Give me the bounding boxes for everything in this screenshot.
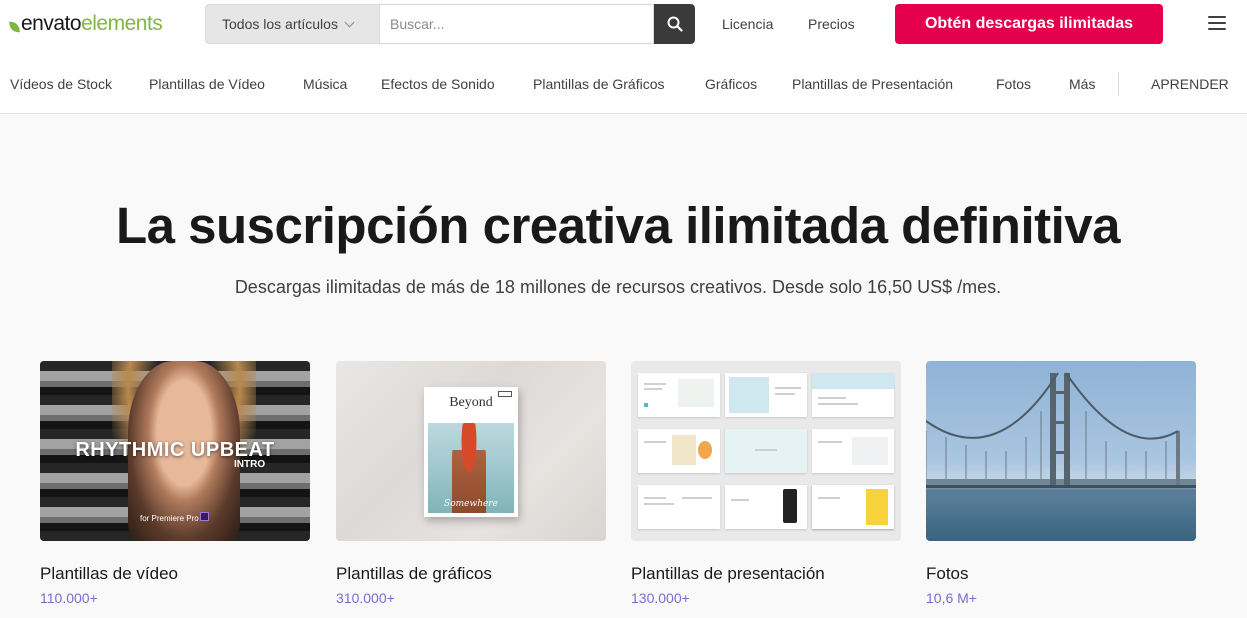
photos-thumbnail[interactable] — [926, 361, 1196, 541]
category-card-presentation-templates[interactable]: Plantillas de presentación 130.000+ — [631, 361, 901, 606]
nav-graphics[interactable]: Gráficos — [705, 76, 757, 92]
card-count: 110.000+ — [40, 590, 98, 606]
thumb-caption: for Premiere Pro — [140, 514, 199, 523]
logo-sub-text: elements — [81, 12, 163, 35]
thumb-subtitle: INTRO — [234, 459, 266, 470]
video-templates-thumbnail[interactable]: RHYTHMIC UPBEAT INTRO for Premiere Pro — [40, 361, 310, 541]
search-button[interactable] — [654, 4, 695, 44]
search-input[interactable] — [379, 4, 654, 44]
card-name[interactable]: Plantillas de gráficos — [336, 564, 492, 584]
category-card-graphic-templates[interactable]: Beyond Somewhere Plantillas de gráficos … — [336, 361, 606, 606]
envato-elements-logo[interactable]: envato elements — [9, 12, 163, 36]
license-link[interactable]: Licencia — [722, 16, 773, 32]
card-count: 130.000+ — [631, 590, 690, 606]
category-card-photos[interactable]: Fotos 10,6 M+ — [926, 361, 1196, 606]
logo-brand-text: envato — [21, 12, 82, 35]
nav-learn[interactable]: APRENDER — [1151, 76, 1229, 92]
magazine-cover-image: Beyond Somewhere — [424, 387, 518, 517]
category-nav: Vídeos de Stock Plantillas de Vídeo Músi… — [0, 72, 1247, 96]
search-category-select[interactable]: Todos los artículos — [205, 4, 379, 44]
nav-stock-video[interactable]: Vídeos de Stock — [10, 76, 112, 92]
pricing-link[interactable]: Precios — [808, 16, 855, 32]
card-name[interactable]: Plantillas de vídeo — [40, 564, 178, 584]
nav-divider — [1118, 72, 1119, 96]
search-bar: Todos los artículos — [205, 4, 695, 44]
nav-more[interactable]: Más — [1069, 76, 1095, 92]
magazine-title: Beyond — [449, 395, 493, 410]
search-icon — [667, 16, 683, 32]
hero-title: La suscripción creativa ilimitada defini… — [115, 197, 1121, 254]
card-count: 10,6 M+ — [926, 590, 977, 606]
magazine-script-text: Somewhere — [444, 499, 498, 509]
hero-subtitle: Descargas ilimitadas de más de 18 millon… — [234, 277, 1002, 297]
thumb-title: RHYTHMIC UPBEAT — [75, 439, 275, 461]
get-unlimited-downloads-button[interactable]: Obtén descargas ilimitadas — [895, 4, 1163, 44]
hamburger-menu-icon[interactable] — [1208, 16, 1226, 30]
premiere-pro-icon — [200, 512, 209, 521]
nav-video-templates[interactable]: Plantillas de Vídeo — [149, 76, 265, 92]
nav-sound-effects[interactable]: Efectos de Sonido — [381, 76, 495, 92]
graphic-templates-thumbnail[interactable]: Beyond Somewhere — [336, 361, 606, 541]
nav-graphic-templates[interactable]: Plantillas de Gráficos — [533, 76, 665, 92]
search-category-label: Todos los artículos — [222, 16, 338, 32]
bridge-image — [926, 372, 1196, 541]
presentation-templates-thumbnail[interactable] — [631, 361, 901, 541]
leaf-icon — [9, 19, 20, 34]
card-name[interactable]: Fotos — [926, 564, 969, 584]
card-count: 310.000+ — [336, 590, 395, 606]
chevron-down-icon — [344, 17, 355, 27]
nav-photos[interactable]: Fotos — [996, 76, 1031, 92]
nav-presentation-templates[interactable]: Plantillas de Presentación — [792, 76, 953, 92]
site-header: envatoelements Todos los artículos Licen… — [0, 0, 1247, 114]
card-name[interactable]: Plantillas de presentación — [631, 564, 825, 584]
category-card-video-templates[interactable]: RHYTHMIC UPBEAT INTRO for Premiere Pro P… — [40, 361, 310, 606]
nav-music[interactable]: Música — [303, 76, 347, 92]
